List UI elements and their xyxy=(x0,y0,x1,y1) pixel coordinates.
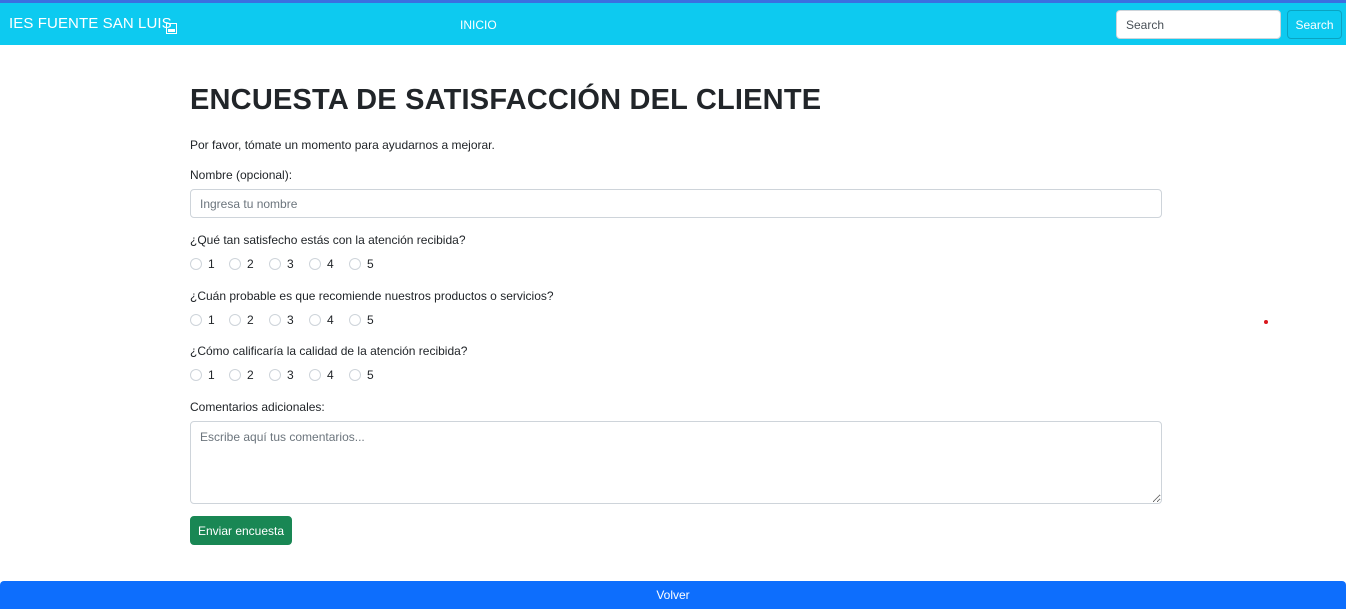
comments-textarea[interactable] xyxy=(190,421,1162,504)
rating-option[interactable]: 4 xyxy=(309,257,343,271)
rating-option[interactable]: 1 xyxy=(190,257,224,271)
search-input[interactable] xyxy=(1116,10,1281,39)
radio-label: 1 xyxy=(208,368,215,382)
rating-option[interactable]: 4 xyxy=(309,313,343,327)
radio-button[interactable] xyxy=(269,369,281,381)
navbar: IES FUENTE SAN LUIS INICIO Search xyxy=(0,3,1346,45)
radio-button[interactable] xyxy=(190,258,202,270)
radio-button[interactable] xyxy=(229,369,241,381)
radio-button[interactable] xyxy=(229,314,241,326)
radio-label: 4 xyxy=(327,257,334,271)
rating-options: 1 2 3 4 5 xyxy=(190,257,390,271)
rating-option[interactable]: 2 xyxy=(229,257,263,271)
rating-option[interactable]: 2 xyxy=(229,313,263,327)
radio-button[interactable] xyxy=(309,314,321,326)
radio-label: 5 xyxy=(367,368,374,382)
window-icon xyxy=(166,21,177,34)
rating-option[interactable]: 5 xyxy=(349,257,383,271)
page-subtitle: Por favor, tómate un momento para ayudar… xyxy=(190,138,495,152)
radio-label: 2 xyxy=(247,313,254,327)
radio-button[interactable] xyxy=(349,258,361,270)
rating-option[interactable]: 3 xyxy=(269,257,303,271)
question-label: ¿Cuán probable es que recomiende nuestro… xyxy=(190,289,554,303)
cursor-dot xyxy=(1264,320,1268,324)
rating-option[interactable]: 2 xyxy=(229,368,263,382)
radio-button[interactable] xyxy=(269,258,281,270)
radio-label: 5 xyxy=(367,257,374,271)
radio-label: 1 xyxy=(208,313,215,327)
radio-button[interactable] xyxy=(309,369,321,381)
radio-button[interactable] xyxy=(309,258,321,270)
rating-option[interactable]: 4 xyxy=(309,368,343,382)
radio-button[interactable] xyxy=(229,258,241,270)
brand-link[interactable]: IES FUENTE SAN LUIS xyxy=(9,15,172,32)
radio-label: 5 xyxy=(367,313,374,327)
rating-option[interactable]: 3 xyxy=(269,368,303,382)
rating-options: 1 2 3 4 5 xyxy=(190,368,390,382)
radio-button[interactable] xyxy=(349,314,361,326)
radio-label: 4 xyxy=(327,368,334,382)
rating-option[interactable]: 5 xyxy=(349,313,383,327)
rating-option[interactable]: 3 xyxy=(269,313,303,327)
page-title: ENCUESTA DE SATISFACCIÓN DEL CLIENTE xyxy=(190,84,822,116)
submit-survey-button[interactable]: Enviar encuesta xyxy=(190,516,292,545)
question-label: ¿Cómo calificaría la calidad de la atenc… xyxy=(190,344,468,358)
radio-button[interactable] xyxy=(190,314,202,326)
back-button[interactable]: Volver xyxy=(0,581,1346,609)
rating-option[interactable]: 1 xyxy=(190,313,224,327)
name-label: Nombre (opcional): xyxy=(190,168,293,182)
radio-button[interactable] xyxy=(349,369,361,381)
radio-label: 2 xyxy=(247,257,254,271)
rating-option[interactable]: 5 xyxy=(349,368,383,382)
comments-label: Comentarios adicionales: xyxy=(190,400,325,414)
rating-option[interactable]: 1 xyxy=(190,368,224,382)
radio-label: 3 xyxy=(287,368,294,382)
question-label: ¿Qué tan satisfecho estás con la atenció… xyxy=(190,233,466,247)
name-field[interactable] xyxy=(190,189,1162,218)
radio-label: 4 xyxy=(327,313,334,327)
search-button[interactable]: Search xyxy=(1287,10,1342,39)
radio-button[interactable] xyxy=(269,314,281,326)
rating-options: 1 2 3 4 5 xyxy=(190,313,390,327)
radio-label: 3 xyxy=(287,257,294,271)
radio-button[interactable] xyxy=(190,369,202,381)
radio-label: 2 xyxy=(247,368,254,382)
radio-label: 3 xyxy=(287,313,294,327)
radio-label: 1 xyxy=(208,257,215,271)
nav-link-inicio[interactable]: INICIO xyxy=(460,18,497,32)
